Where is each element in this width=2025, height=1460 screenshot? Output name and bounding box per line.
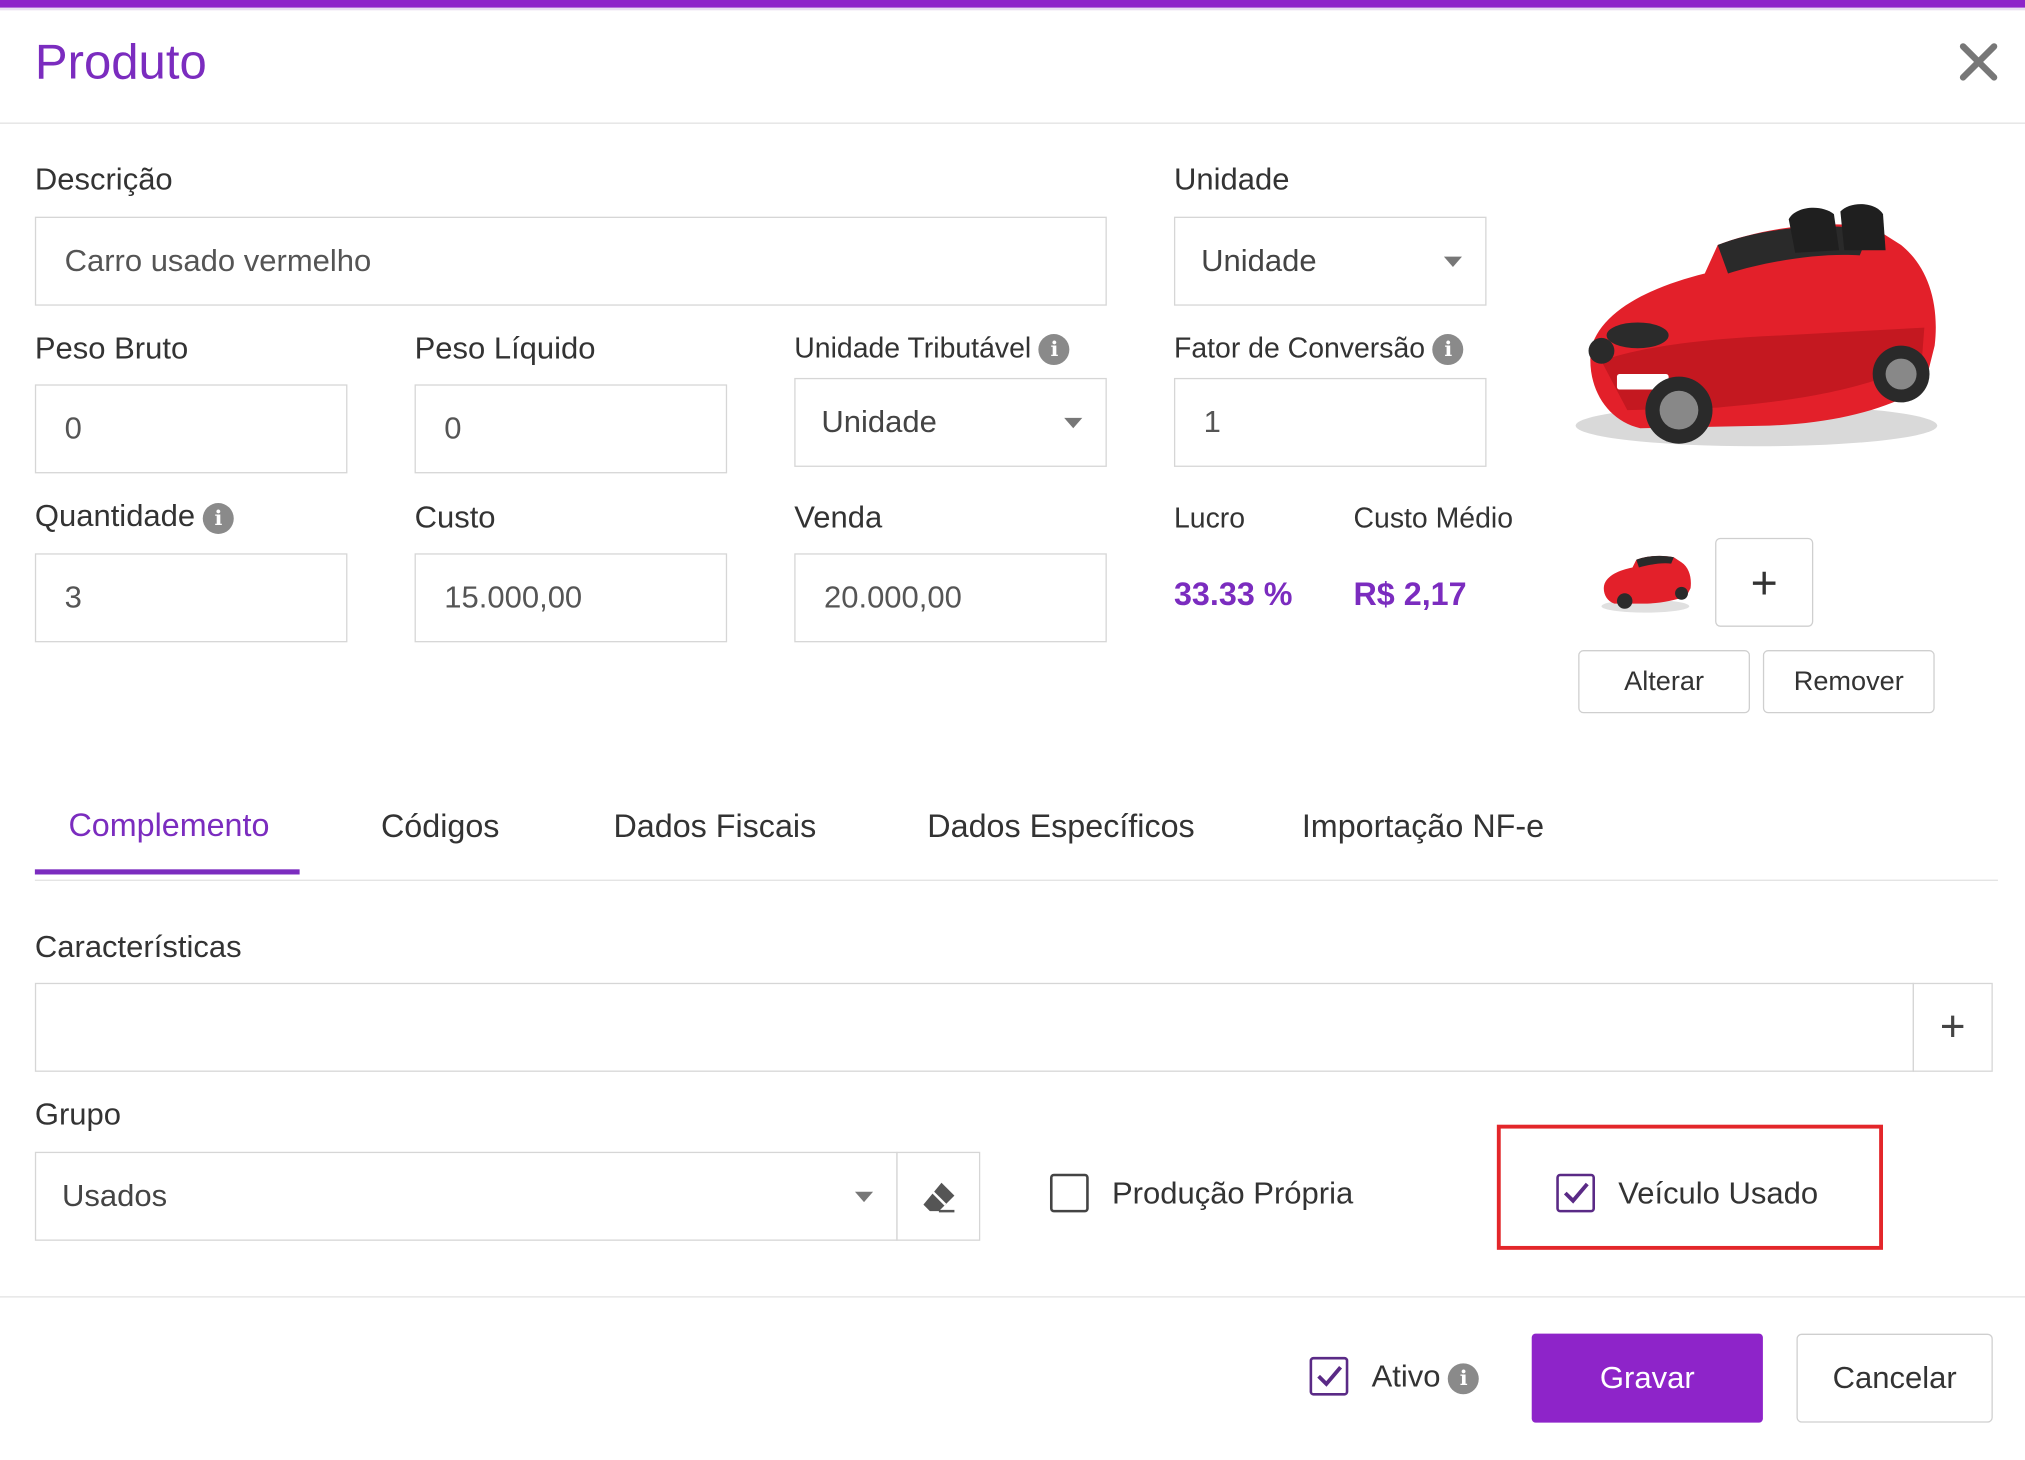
descricao-input[interactable]: Carro usado vermelho [34, 216, 1107, 306]
grupo-value: Usados [61, 1178, 168, 1214]
grupo-select[interactable]: Usados [34, 1151, 898, 1241]
eraser-icon [922, 1182, 954, 1212]
toy-car-thumbnail [1601, 555, 1691, 613]
veiculo-usado-checkbox[interactable] [1556, 1173, 1596, 1213]
footer-divider [0, 1296, 2025, 1298]
gravar-button[interactable]: Gravar [1531, 1333, 1763, 1423]
toy-car-image [1575, 204, 1938, 447]
dialog-header [0, 10, 2025, 124]
quantidade-value: 3 [64, 579, 82, 615]
alterar-label: Alterar [1624, 666, 1705, 696]
quantidade-label-group: Quantidade i [35, 499, 234, 535]
ativo-label-group: Ativo i [1372, 1359, 1480, 1395]
info-icon[interactable]: i [202, 502, 234, 534]
dialog-title: Produto [34, 36, 207, 91]
check-icon [1563, 1182, 1589, 1204]
descricao-label: Descrição [34, 162, 173, 198]
lucro-label: Lucro [1173, 501, 1246, 534]
info-icon[interactable]: i [1432, 334, 1464, 366]
unidade-tributavel-label-group: Unidade Tributável i [794, 331, 1070, 366]
venda-label: Venda [794, 500, 883, 536]
info-icon[interactable]: i [1448, 1362, 1480, 1394]
gravar-label: Gravar [1599, 1360, 1695, 1395]
top-accent-bar [0, 0, 2025, 8]
cancelar-label: Cancelar [1832, 1360, 1957, 1395]
active-tab-indicator [34, 869, 300, 875]
unidade-tributavel-select[interactable]: Unidade [794, 377, 1107, 467]
producao-propria-checkbox[interactable] [1049, 1173, 1089, 1213]
add-caracteristica-button[interactable]: + [1912, 982, 1993, 1072]
chevron-down-icon [1443, 256, 1462, 267]
lucro-value: 33.33 % [1173, 576, 1293, 613]
descricao-value: Carro usado vermelho [64, 243, 372, 278]
plus-icon: + [1750, 555, 1778, 609]
peso-bruto-label: Peso Bruto [34, 331, 189, 367]
remover-button[interactable]: Remover [1762, 650, 1935, 714]
unidade-value: Unidade [1201, 243, 1317, 278]
close-icon [1959, 43, 1998, 81]
custo-medio-value: R$ 2,17 [1353, 576, 1467, 613]
tab-importacao-nfe[interactable]: Importação NF-e [1302, 809, 1544, 846]
peso-bruto-input[interactable]: 0 [34, 384, 348, 474]
plus-icon: + [1939, 1002, 1966, 1052]
fator-conversao-input[interactable]: 1 [1173, 377, 1487, 467]
peso-bruto-value: 0 [64, 410, 82, 446]
clear-grupo-button[interactable] [896, 1151, 981, 1241]
venda-value: 20.000,00 [823, 579, 962, 615]
quantidade-label: Quantidade [34, 499, 196, 534]
caracteristicas-input[interactable] [34, 982, 1915, 1072]
cancelar-button[interactable]: Cancelar [1796, 1333, 1993, 1423]
producao-propria-label: Produção Própria [1111, 1176, 1354, 1212]
tab-dados-fiscais[interactable]: Dados Fiscais [613, 809, 816, 846]
fator-conversao-label-group: Fator de Conversão i [1173, 331, 1464, 366]
remover-label: Remover [1793, 666, 1904, 696]
tab-complemento[interactable]: Complemento [68, 807, 269, 844]
caracteristicas-label: Características [34, 929, 242, 965]
peso-liquido-input[interactable]: 0 [414, 384, 728, 474]
check-icon [1317, 1365, 1343, 1387]
alterar-button[interactable]: Alterar [1578, 650, 1750, 714]
peso-liquido-label: Peso Líquido [414, 331, 596, 367]
quantidade-input[interactable]: 3 [34, 553, 348, 643]
tabs-divider [34, 879, 1998, 881]
unidade-select[interactable]: Unidade [1173, 216, 1487, 306]
add-image-button[interactable]: + [1715, 537, 1814, 627]
ativo-label: Ativo [1371, 1359, 1441, 1395]
chevron-down-icon [854, 1191, 874, 1202]
close-button[interactable] [1953, 36, 2005, 88]
info-icon[interactable]: i [1038, 334, 1070, 366]
product-thumbnail[interactable] [1596, 547, 1694, 617]
custo-input[interactable]: 15.000,00 [414, 553, 728, 643]
grupo-label: Grupo [34, 1097, 122, 1133]
peso-liquido-value: 0 [444, 410, 462, 446]
product-image [1563, 193, 1950, 477]
fator-conversao-label: Fator de Conversão [1173, 331, 1426, 364]
product-dialog: Produto Descrição Carro usado vermelho U… [0, 0, 2025, 1460]
fator-conversao-value: 1 [1203, 404, 1221, 440]
venda-input[interactable]: 20.000,00 [794, 553, 1107, 643]
unidade-label: Unidade [1173, 162, 1290, 198]
custo-value: 15.000,00 [444, 579, 583, 615]
tab-dados-especificos[interactable]: Dados Específicos [927, 809, 1194, 846]
veiculo-usado-label: Veículo Usado [1618, 1176, 1819, 1212]
ativo-checkbox[interactable] [1309, 1356, 1349, 1396]
chevron-down-icon [1064, 417, 1083, 428]
custo-label: Custo [414, 500, 496, 536]
unidade-tributavel-value: Unidade [821, 404, 937, 440]
unidade-tributavel-label: Unidade Tributável [794, 331, 1032, 364]
custo-medio-label: Custo Médio [1353, 501, 1514, 534]
tab-codigos[interactable]: Códigos [381, 809, 499, 846]
